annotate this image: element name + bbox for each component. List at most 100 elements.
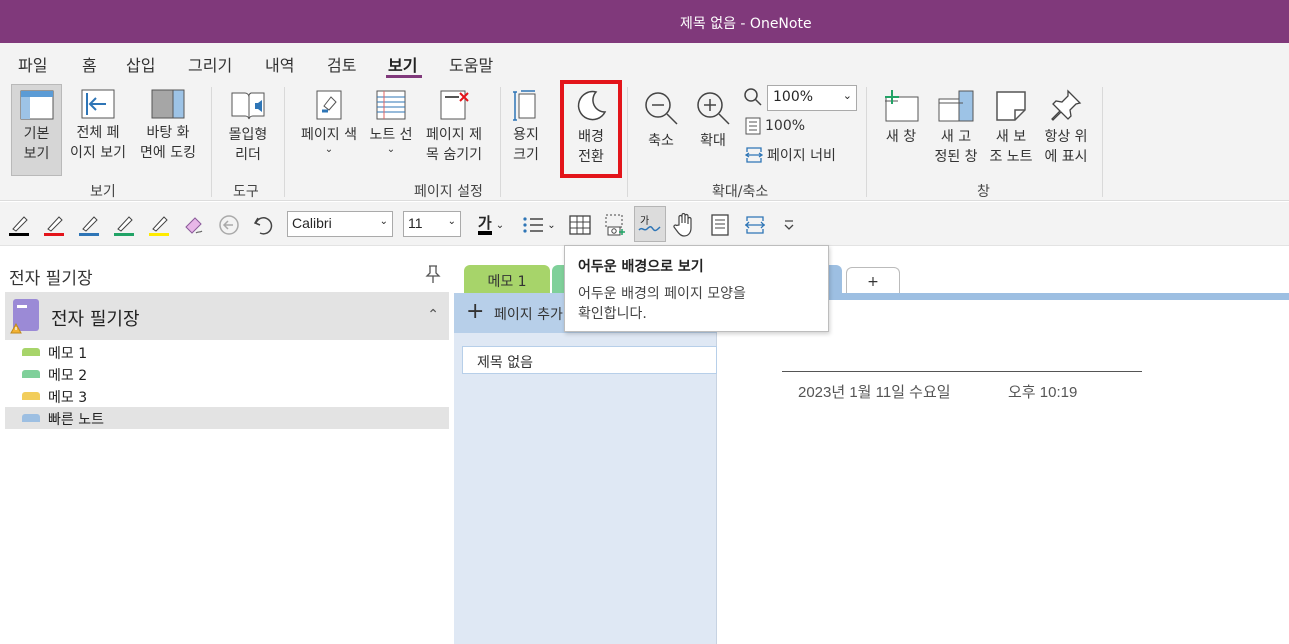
page-icon — [711, 214, 729, 236]
paper-size-button[interactable]: 용지 크기 — [505, 89, 547, 165]
page-title-line[interactable] — [782, 371, 1142, 372]
normal-view-button[interactable]: 기본 보기 — [11, 84, 62, 176]
ribbon-divider — [1102, 87, 1103, 197]
ribbon-divider — [211, 87, 212, 197]
ink-to-text-button[interactable]: 가 — [634, 206, 666, 242]
ribbon-divider — [866, 87, 867, 197]
back-button[interactable] — [216, 212, 242, 238]
section-tab-memo1[interactable]: 메모 1 — [464, 265, 550, 295]
section-item[interactable]: 메모 2 — [5, 363, 449, 385]
chevron-down-icon: ⌄ — [386, 144, 396, 155]
page-time: 오후 10:19 — [1008, 384, 1078, 401]
tab-review[interactable]: 검토 — [327, 52, 356, 76]
ribbon-divider — [627, 87, 628, 197]
svg-text:가: 가 — [640, 215, 649, 227]
tab-help[interactable]: 도움말 — [449, 52, 493, 76]
page-item[interactable]: 제목 없음 — [462, 346, 717, 374]
page-width-toolbar-button[interactable] — [742, 212, 768, 238]
page-width-icon — [745, 147, 763, 163]
customize-toolbar-button[interactable] — [776, 212, 802, 238]
font-color-button[interactable]: 가 ⌄ — [471, 212, 511, 238]
pen-green-button[interactable] — [111, 212, 137, 238]
font-family-select[interactable]: Calibri ⌄ — [287, 211, 393, 237]
ribbon-tabs: 파일 홈 삽입 그리기 내역 검토 보기 도움말 — [0, 43, 1289, 79]
new-docked-window-button[interactable]: 새 고 정된 창 — [928, 89, 984, 167]
tab-home[interactable]: 홈 — [82, 52, 97, 76]
table-icon — [569, 215, 591, 235]
pen-black-button[interactable] — [6, 212, 32, 238]
chevron-down-icon: ⌄ — [324, 144, 334, 155]
plus-icon: + — [466, 299, 485, 324]
group-label-tools: 도구 — [233, 184, 259, 200]
page-date: 2023년 1월 11일 수요일 — [798, 384, 951, 401]
pen-blue-button[interactable] — [76, 212, 102, 238]
highlighter-yellow-button[interactable] — [146, 212, 172, 238]
dock-icon — [151, 89, 185, 119]
screen-clipping-button[interactable] — [602, 212, 628, 238]
window-title: 제목 없음 - OneNote — [680, 16, 812, 32]
pen-red-icon — [44, 216, 64, 236]
side-note-icon — [996, 91, 1026, 121]
section-item[interactable]: 메모 3 — [5, 385, 449, 407]
group-label-zoom: 확대/축소 — [712, 184, 769, 200]
always-on-top-button[interactable]: 항상 위 에 표시 — [1038, 89, 1094, 167]
chevron-down-icon: ⌄ — [447, 216, 456, 227]
page-width-icon — [745, 216, 765, 234]
rule-lines-button[interactable]: 노트 선 ⌄ — [364, 89, 418, 155]
tooltip: 어두운 배경으로 보기 어두운 배경의 페이지 모양을 확인합니다. — [564, 245, 829, 332]
notebooks-header: 전자 필기장 — [9, 269, 93, 289]
ribbon-divider — [284, 87, 285, 197]
camera-icon — [605, 214, 625, 236]
zoom-in-icon — [697, 92, 730, 125]
paper-size-icon — [513, 90, 536, 121]
immersive-reader-button[interactable]: 몰입형 리더 — [220, 89, 276, 165]
zoom-out-icon — [645, 92, 678, 125]
font-size-select[interactable]: 11 ⌄ — [403, 211, 461, 237]
hide-page-title-button[interactable]: 페이지 제 목 숨기기 — [419, 89, 489, 165]
zoom-out-button[interactable]: 축소 — [640, 89, 682, 151]
notebook-item[interactable]: 전자 필기장 ⌃ — [5, 292, 449, 340]
tab-file[interactable]: 파일 — [18, 52, 47, 76]
page-view-button[interactable] — [707, 212, 733, 238]
bullets-button[interactable]: ⌄ — [519, 212, 559, 238]
dock-to-desktop-button[interactable]: 바탕 화 면에 도킹 — [134, 89, 202, 163]
immersive-reader-icon — [231, 92, 265, 120]
insert-table-button[interactable] — [567, 212, 593, 238]
page-color-button[interactable]: 페이지 색 ⌄ — [294, 89, 364, 155]
zoom-100-button[interactable]: 100% — [745, 117, 805, 135]
title-bar: 제목 없음 - OneNote — [0, 0, 1289, 43]
chevron-up-icon[interactable]: ⌃ — [427, 307, 439, 323]
pen-red-button[interactable] — [41, 212, 67, 238]
highlight-box — [560, 80, 622, 178]
notebook-icon — [10, 299, 39, 334]
page-icon — [745, 117, 761, 135]
new-side-note-button[interactable]: 새 보 조 노트 — [984, 89, 1038, 167]
new-window-button[interactable]: 새 창 — [878, 89, 924, 147]
eraser-icon — [185, 217, 203, 234]
page-width-button[interactable]: 페이지 너비 — [745, 145, 836, 165]
ink-to-text-icon: 가 — [638, 215, 661, 232]
pin-pane-icon[interactable] — [424, 264, 442, 284]
section-item[interactable]: 빠른 노트 — [5, 407, 449, 429]
zoom-in-button[interactable]: 확대 — [692, 89, 734, 151]
active-tab-indicator — [386, 75, 422, 78]
back-arrow-icon — [219, 215, 239, 235]
zoom-icon — [744, 88, 762, 106]
tooltip-description: 어두운 배경의 페이지 모양을 확인합니다. — [578, 286, 746, 322]
tab-insert[interactable]: 삽입 — [126, 52, 155, 76]
tab-draw[interactable]: 그리기 — [188, 52, 232, 76]
pan-hand-button[interactable] — [671, 212, 697, 238]
rule-lines-icon — [376, 90, 406, 120]
ribbon-divider — [500, 87, 501, 197]
tab-view[interactable]: 보기 — [388, 52, 417, 76]
chevron-down-icon — [784, 220, 794, 230]
tab-history[interactable]: 내역 — [265, 52, 294, 76]
section-item[interactable]: 메모 1 — [5, 341, 449, 363]
full-page-view-button[interactable]: 전체 페 이지 보기 — [64, 89, 132, 163]
docked-window-icon — [938, 90, 974, 122]
undo-button[interactable] — [250, 212, 276, 238]
zoom-level-select[interactable]: 100% ⌄ — [767, 85, 857, 111]
section-color-icon — [22, 370, 40, 378]
eraser-button[interactable] — [181, 212, 207, 238]
pen-black-icon — [9, 216, 29, 236]
